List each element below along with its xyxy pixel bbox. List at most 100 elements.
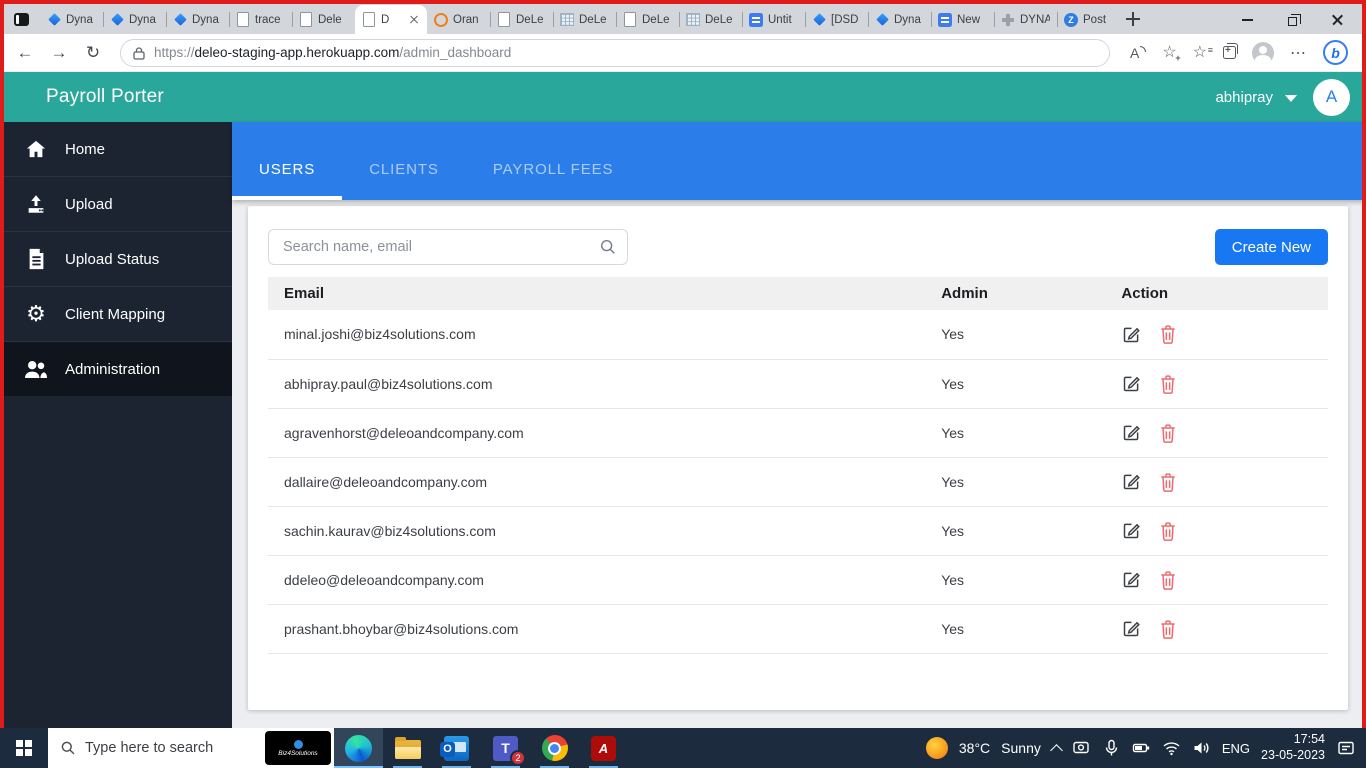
browser-tab[interactable]: Dyna	[166, 5, 229, 34]
edit-button[interactable]	[1121, 422, 1142, 443]
dynamics-favicon-icon	[110, 13, 124, 27]
weather-condition[interactable]: Sunny	[1001, 740, 1041, 756]
browser-tab[interactable]: trace	[229, 5, 292, 34]
taskbar-app-file-explorer[interactable]	[383, 728, 432, 768]
section-tabs: USERS CLIENTS PAYROLL FEES	[232, 122, 1366, 200]
sidebar-item-home[interactable]: Home	[0, 122, 232, 177]
edit-button[interactable]	[1121, 520, 1142, 541]
url-domain: deleo-staging-app.herokuapp.com	[194, 45, 400, 60]
sidebar-item-upload[interactable]: Upload	[0, 177, 232, 232]
browser-tab[interactable]: Dyna	[868, 5, 931, 34]
favorites-icon[interactable]: ☆	[1193, 44, 1214, 61]
home-icon	[24, 139, 48, 159]
back-button[interactable]: ←	[10, 43, 40, 63]
restore-button[interactable]	[1270, 5, 1315, 35]
address-bar[interactable]: https://deleo-staging-app.herokuapp.com/…	[120, 38, 1110, 67]
action-center-icon[interactable]	[1336, 739, 1356, 758]
minimize-button[interactable]	[1225, 5, 1270, 35]
browser-tab[interactable]: Oran	[427, 5, 490, 34]
bing-chat-icon[interactable]	[1323, 40, 1348, 65]
tab-close-icon[interactable]	[408, 14, 420, 26]
create-new-button[interactable]: Create New	[1214, 229, 1328, 265]
forward-button[interactable]: →	[44, 43, 74, 63]
delete-button[interactable]	[1158, 520, 1178, 542]
browser-tab[interactable]: Dyna	[103, 5, 166, 34]
edit-button[interactable]	[1121, 373, 1142, 394]
tab-label: DeLe	[579, 13, 607, 26]
taskbar-app-edge[interactable]	[334, 728, 383, 768]
microphone-icon[interactable]	[1102, 739, 1121, 757]
new-tab-button[interactable]	[1120, 6, 1146, 32]
meet-now-icon[interactable]	[1072, 739, 1091, 757]
lock-icon	[133, 46, 145, 60]
edit-button[interactable]	[1121, 618, 1142, 639]
delete-button[interactable]	[1158, 618, 1178, 640]
browser-tab-active[interactable]: D	[355, 5, 427, 34]
tab-label: New	[957, 13, 981, 26]
tab-label: CLIENTS	[369, 160, 439, 178]
tab-clients[interactable]: CLIENTS	[342, 122, 466, 200]
dynamics-favicon-icon	[173, 13, 187, 27]
add-favorite-icon[interactable]: ☆	[1162, 44, 1181, 63]
show-hidden-icons-icon[interactable]	[1050, 743, 1063, 757]
collections-icon[interactable]	[1223, 43, 1238, 59]
taskbar-search[interactable]: Type here to search Biz4Solutions	[48, 728, 334, 768]
browser-tab[interactable]: [DSD	[805, 5, 868, 34]
browser-tab[interactable]: Dele	[292, 5, 355, 34]
tab-users[interactable]: USERS	[232, 122, 343, 200]
weather-temp[interactable]: 38°C	[959, 740, 990, 756]
chrome-icon	[541, 735, 568, 761]
weather-sun-icon[interactable]	[925, 737, 948, 759]
browser-tab[interactable]: Post	[1057, 5, 1120, 34]
email-cell: sachin.kaurav@biz4solutions.com	[268, 506, 926, 556]
app-header: Payroll Porter abhipray A	[0, 72, 1366, 122]
browser-tab[interactable]: DYNA	[994, 5, 1057, 34]
tab-label: Dyna	[894, 13, 921, 26]
more-menu-icon[interactable]: ⋯	[1290, 43, 1307, 63]
wifi-icon[interactable]	[1162, 739, 1181, 757]
tab-payroll-fees[interactable]: PAYROLL FEES	[466, 122, 641, 200]
delete-button[interactable]	[1158, 373, 1178, 395]
edit-button[interactable]	[1121, 471, 1142, 492]
browser-tab[interactable]: DeLe	[616, 5, 679, 34]
taskbar-app-outlook[interactable]	[432, 728, 481, 768]
browser-tab[interactable]: Dyna	[40, 5, 103, 34]
delete-button[interactable]	[1158, 323, 1178, 345]
browser-tab[interactable]: DeLe	[553, 5, 616, 34]
language-indicator[interactable]: ENG	[1222, 741, 1250, 756]
delete-button[interactable]	[1158, 471, 1178, 493]
taskbar-app-teams[interactable]: 2	[481, 728, 530, 768]
refresh-button[interactable]: ↻	[78, 43, 108, 63]
avatar[interactable]: A	[1313, 78, 1350, 116]
sidebar-item-upload-status[interactable]: Upload Status	[0, 232, 232, 287]
user-menu[interactable]: abhipray A	[1215, 78, 1350, 116]
column-header-action: Action	[1105, 277, 1328, 310]
battery-icon[interactable]	[1132, 739, 1151, 757]
speaker-icon[interactable]	[1192, 739, 1211, 757]
browser-profile-icon[interactable]	[1252, 41, 1274, 64]
taskbar-app-acrobat[interactable]	[579, 728, 628, 768]
read-aloud-icon[interactable]: A	[1130, 45, 1147, 61]
clock[interactable]: 17:54 23-05-2023	[1261, 732, 1325, 763]
browser-tab[interactable]: New	[931, 5, 994, 34]
plus-favicon-icon	[1001, 13, 1015, 27]
tab-actions-button[interactable]	[8, 7, 34, 31]
edit-button[interactable]	[1121, 324, 1142, 345]
browser-tab[interactable]: DeLe	[490, 5, 553, 34]
restore-icon	[1288, 13, 1302, 26]
table-row: abhipray.paul@biz4solutions.com Yes	[268, 359, 1328, 409]
delete-button[interactable]	[1158, 569, 1178, 591]
edge-icon	[345, 734, 372, 762]
delete-button[interactable]	[1158, 422, 1178, 444]
start-button[interactable]	[0, 728, 48, 768]
sidebar: Home Upload Upload Status Client Mapping…	[0, 122, 232, 728]
browser-tab[interactable]: DeLe	[679, 5, 742, 34]
taskbar-app-chrome[interactable]	[530, 728, 579, 768]
browser-tab[interactable]: Untit	[742, 5, 805, 34]
sidebar-item-administration[interactable]: Administration	[0, 342, 232, 397]
tab-label: DeLe	[516, 13, 544, 26]
sidebar-item-client-mapping[interactable]: Client Mapping	[0, 287, 232, 342]
search-input[interactable]	[268, 229, 628, 265]
close-button[interactable]	[1315, 5, 1360, 35]
edit-button[interactable]	[1121, 569, 1142, 590]
